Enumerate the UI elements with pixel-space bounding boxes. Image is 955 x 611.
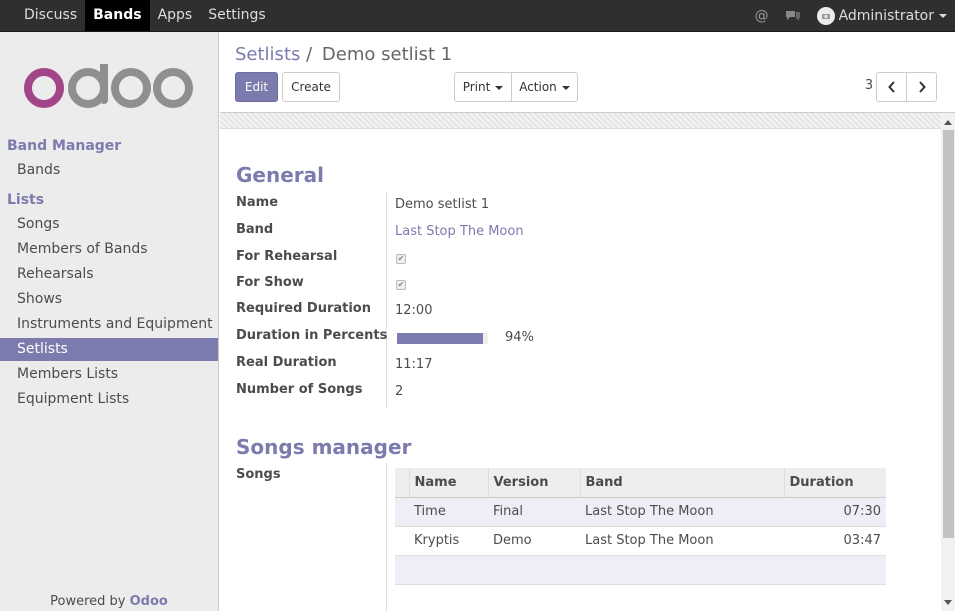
row-spacer xyxy=(395,526,409,556)
chevron-left-icon xyxy=(887,81,895,93)
for-rehearsal-checkbox: ✔ xyxy=(396,254,406,264)
duration-progress-bar xyxy=(397,333,488,344)
avatar xyxy=(816,6,835,25)
create-button[interactable]: Create xyxy=(282,72,340,102)
powered-by-brand[interactable]: Odoo xyxy=(130,594,168,609)
odoo-logo xyxy=(24,64,193,108)
song-band-cell: Last Stop The Moon xyxy=(580,526,784,556)
action-button[interactable]: Action xyxy=(511,72,578,102)
chevron-down-icon xyxy=(495,85,504,90)
row-spacer xyxy=(395,497,409,527)
sidebar-item-setlists[interactable]: Setlists xyxy=(0,338,218,361)
song-name-cell: Time xyxy=(409,497,488,527)
for-show-checkbox: ✔ xyxy=(396,280,406,290)
mention-icon[interactable]: @ xyxy=(755,8,769,24)
song-version-cell: Final xyxy=(488,497,580,527)
sidebar-item-members-lists[interactable]: Members Lists xyxy=(0,363,218,386)
edit-button[interactable]: Edit xyxy=(235,72,278,102)
pager-previous-button[interactable] xyxy=(876,72,907,102)
chevron-down-icon xyxy=(561,85,570,90)
menu-discuss[interactable]: Discuss xyxy=(16,0,85,31)
duration-percent-value: 94% xyxy=(505,330,534,345)
general-group-title: General xyxy=(236,163,324,187)
empty-cell xyxy=(395,555,886,585)
sidebar-item-songs[interactable]: Songs xyxy=(0,213,218,236)
pager-next-button[interactable] xyxy=(906,72,937,102)
song-duration-cell: 03:47 xyxy=(784,526,886,556)
top-navbar: Discuss Bands Apps Settings @ Administra… xyxy=(0,0,955,32)
sidebar-item-shows[interactable]: Shows xyxy=(0,288,218,311)
sidebar-item-instruments[interactable]: Instruments and Equipment xyxy=(0,313,218,336)
songs-table-header: Name Version Band Duration xyxy=(395,468,886,498)
song-name-cell: Kryptis xyxy=(409,526,488,556)
songs-separator xyxy=(386,463,387,611)
print-button-label: Print xyxy=(462,80,491,94)
column-duration[interactable]: Duration xyxy=(783,468,886,498)
for-show-label: For Show xyxy=(236,275,304,290)
menu-apps[interactable]: Apps xyxy=(150,0,201,31)
duration-progress-fill xyxy=(397,333,483,344)
sidebar-item-equipment-lists[interactable]: Equipment Lists xyxy=(0,388,218,411)
sidebar-item-members-of-bands[interactable]: Members of Bands xyxy=(0,238,218,261)
song-version-cell: Demo xyxy=(488,526,580,556)
songs-label: Songs xyxy=(236,467,281,482)
duration-percents-label: Duration in Percents xyxy=(236,328,388,343)
name-label: Name xyxy=(236,195,279,210)
songs-table: Name Version Band Duration Time Final La… xyxy=(395,468,886,585)
table-row[interactable]: Time Final Last Stop The Moon 07:30 xyxy=(395,497,886,527)
band-label: Band xyxy=(236,222,274,237)
real-duration-label: Real Duration xyxy=(236,355,337,370)
real-duration-value: 11:17 xyxy=(395,357,433,372)
chat-icon[interactable] xyxy=(785,9,801,23)
required-duration-value: 12:00 xyxy=(395,303,433,318)
scroll-down-icon[interactable] xyxy=(944,600,952,605)
name-value: Demo setlist 1 xyxy=(395,197,490,212)
scrollbar-thumb[interactable] xyxy=(943,130,954,538)
chevron-right-icon xyxy=(918,81,926,93)
sidebar-item-rehearsals[interactable]: Rehearsals xyxy=(0,263,218,286)
column-name[interactable]: Name xyxy=(408,468,488,498)
column-version[interactable]: Version xyxy=(487,468,580,498)
number-of-songs-label: Number of Songs xyxy=(236,382,363,397)
songs-manager-title: Songs manager xyxy=(236,435,412,459)
powered-by-text: Powered by xyxy=(50,594,126,609)
breadcrumb-setlists[interactable]: Setlists xyxy=(235,44,300,65)
form-status-strip xyxy=(220,113,942,129)
control-panel: Setlists / Demo setlist 1 Edit Create Pr… xyxy=(220,32,955,113)
action-button-label: Action xyxy=(519,80,557,94)
breadcrumb-current: Demo setlist 1 xyxy=(321,44,453,65)
song-band-cell: Last Stop The Moon xyxy=(580,497,784,527)
user-menu[interactable]: Administrator xyxy=(816,6,947,25)
header-spacer xyxy=(395,468,409,498)
scroll-up-icon[interactable] xyxy=(944,120,952,125)
menu-settings[interactable]: Settings xyxy=(200,0,273,31)
general-separator xyxy=(386,193,387,408)
sidebar-item-bands[interactable]: Bands xyxy=(0,159,218,182)
for-rehearsal-label: For Rehearsal xyxy=(236,249,338,264)
section-band-manager: Band Manager xyxy=(7,138,122,154)
print-button[interactable]: Print xyxy=(454,72,512,102)
breadcrumb-separator: / xyxy=(306,44,313,65)
table-row[interactable]: Kryptis Demo Last Stop The Moon 03:47 xyxy=(395,526,886,556)
menu-bands[interactable]: Bands xyxy=(85,0,150,31)
section-lists: Lists xyxy=(7,192,45,208)
song-duration-cell: 07:30 xyxy=(784,497,886,527)
sidebar: Band Manager Bands Lists Songs Members o… xyxy=(0,32,219,611)
required-duration-label: Required Duration xyxy=(236,301,371,316)
number-of-songs-value: 2 xyxy=(395,384,404,399)
breadcrumb: Setlists / Demo setlist 1 xyxy=(235,44,452,65)
column-band[interactable]: Band xyxy=(579,468,784,498)
app-menu: Discuss Bands Apps Settings xyxy=(16,0,274,31)
table-empty-row xyxy=(395,555,886,585)
powered-by: Powered by Odoo xyxy=(0,594,218,609)
chevron-down-icon xyxy=(939,13,947,18)
band-link[interactable]: Last Stop The Moon xyxy=(395,224,524,239)
user-name: Administrator xyxy=(838,7,934,24)
